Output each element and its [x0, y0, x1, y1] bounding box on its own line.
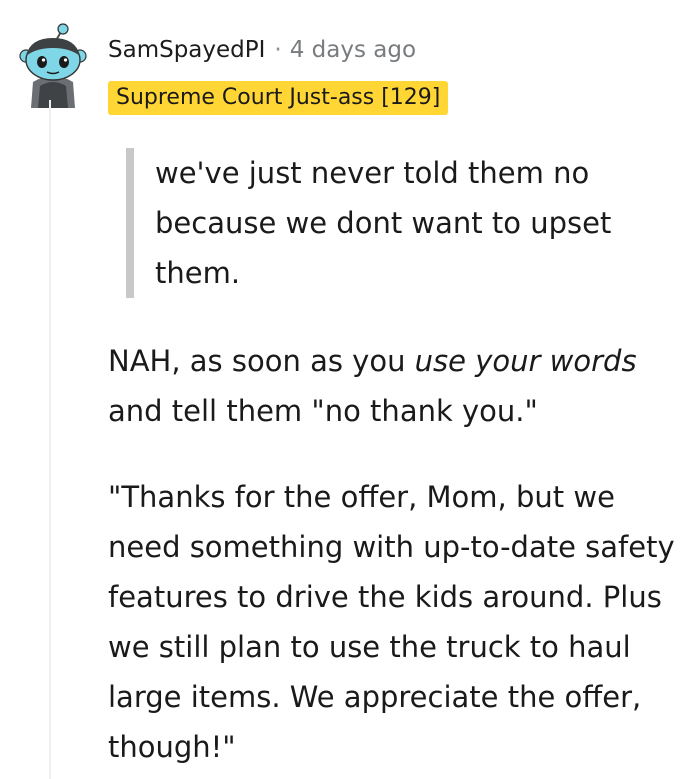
username-link[interactable]: SamSpayedPI: [108, 34, 265, 66]
paragraph-1-text-end: and tell them "no thank you.": [108, 394, 538, 428]
comment-timestamp[interactable]: 4 days ago: [290, 34, 416, 66]
thread-collapse-line[interactable]: [49, 100, 51, 779]
user-flair: Supreme Court Just-ass [129]: [108, 81, 449, 115]
comment-paragraph-2: "Thanks for the offer, Mom, but we need …: [108, 480, 675, 764]
comment-paragraph-1: NAH, as soon as you use your words and t…: [108, 336, 688, 436]
avatar[interactable]: [18, 20, 88, 108]
blockquote: we've just never told them no because we…: [126, 148, 666, 298]
meta-separator: ·: [274, 37, 282, 63]
paragraph-1-emphasis: use your words: [414, 344, 637, 378]
paragraph-1-text-start: NAH, as soon as you: [108, 344, 415, 378]
reddit-snoo-avatar-icon: [19, 23, 87, 108]
comment-meta: SamSpayedPI · 4 days ago: [108, 34, 416, 66]
